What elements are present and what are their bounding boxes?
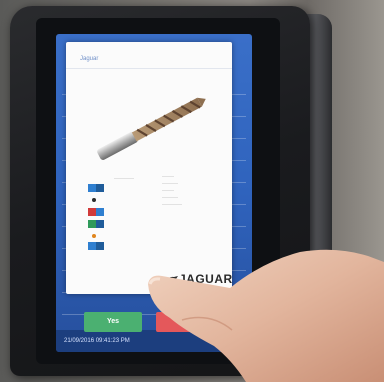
photo-scene: 21/09/2016 09:41:23 PM Jaguar ————— ——— …	[0, 0, 384, 382]
drill-bit-image	[97, 97, 206, 160]
yes-button[interactable]: Yes	[84, 312, 142, 332]
spec-line: ————	[162, 194, 178, 199]
spec-column-left: —————	[114, 174, 154, 181]
status-bar: 21/09/2016 09:41:23 PM	[56, 330, 252, 352]
status-chip	[88, 184, 96, 192]
status-bar-text: 21/09/2016 09:41:23 PM	[64, 338, 130, 344]
divider	[66, 68, 232, 69]
no-button[interactable]: No	[156, 312, 214, 332]
status-chip	[96, 208, 104, 216]
spec-line: —————	[162, 201, 182, 206]
spec-column-right: ——— ———— ——— ———— —————	[162, 172, 224, 207]
spec-line: ————	[162, 180, 178, 185]
status-chip	[88, 208, 96, 216]
status-chip	[96, 242, 104, 250]
brand-logo: JAGUAR	[166, 272, 233, 286]
status-dot	[92, 198, 96, 202]
spec-line: —————	[114, 175, 134, 180]
jaguar-logo	[166, 276, 178, 283]
status-chip	[96, 184, 104, 192]
status-chip	[88, 220, 96, 228]
status-dot	[92, 234, 96, 238]
dialog-title: Jaguar	[80, 56, 99, 62]
spec-line: ———	[162, 173, 174, 178]
status-chip	[96, 220, 104, 228]
spec-line: ———	[162, 187, 174, 192]
product-dialog: Jaguar ————— ——— ———— ——— ———— ————— JAG…	[66, 42, 233, 332]
brand-name: JAGUAR	[179, 272, 233, 286]
status-chip	[88, 242, 96, 250]
